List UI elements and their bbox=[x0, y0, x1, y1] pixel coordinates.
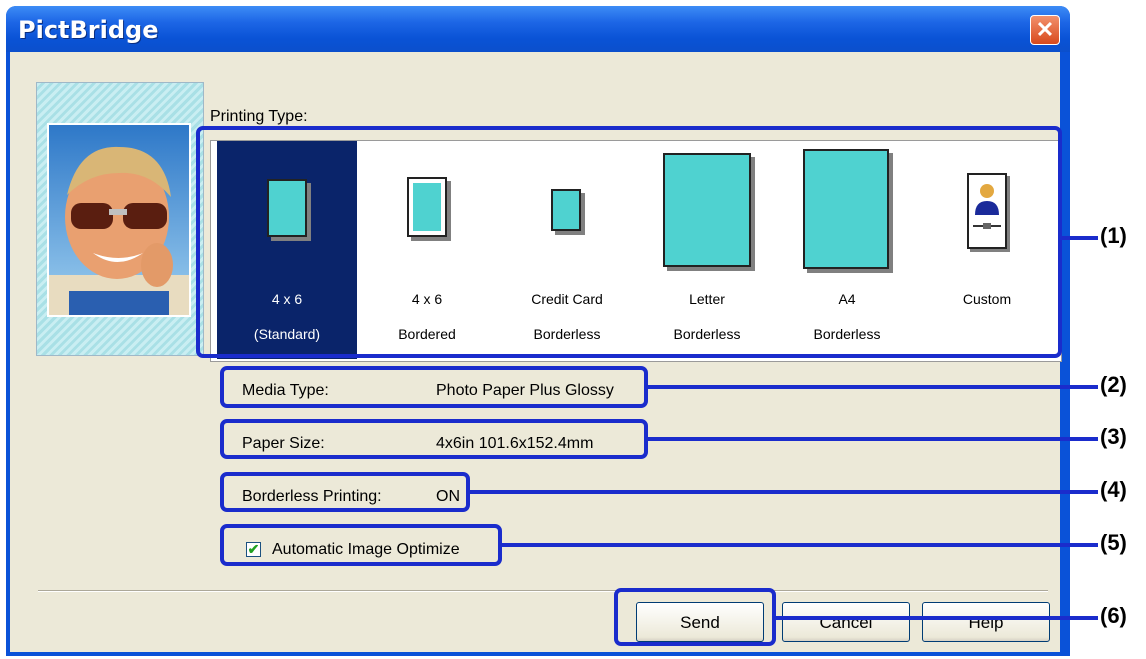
window-title: PictBridge bbox=[18, 16, 159, 44]
callout-label-4: (4) bbox=[1100, 477, 1127, 502]
callout-label-6: (6) bbox=[1100, 603, 1127, 628]
callout-line-6 bbox=[776, 616, 1098, 620]
callout-line-3 bbox=[648, 437, 1098, 441]
callout-box-2 bbox=[220, 366, 648, 408]
close-button[interactable]: ✕ bbox=[1030, 15, 1060, 45]
callout-box-5 bbox=[220, 524, 502, 566]
callout-line-2 bbox=[648, 385, 1098, 389]
title-bar[interactable]: PictBridge ✕ bbox=[6, 6, 1070, 52]
callout-label-3: (3) bbox=[1100, 424, 1127, 449]
close-icon: ✕ bbox=[1035, 17, 1055, 42]
callout-box-3 bbox=[220, 419, 648, 459]
dialog-separator bbox=[38, 590, 1048, 592]
callout-label-2: (2) bbox=[1100, 372, 1127, 397]
callout-line-1 bbox=[1062, 236, 1098, 240]
preview-photo bbox=[47, 123, 191, 317]
callout-label-5: (5) bbox=[1100, 530, 1127, 555]
callout-line-5 bbox=[502, 543, 1098, 547]
callout-label-1: (1) bbox=[1100, 223, 1127, 248]
callout-box-6 bbox=[614, 588, 776, 646]
callout-box-4 bbox=[220, 472, 470, 512]
callout-box-1 bbox=[196, 126, 1062, 358]
cancel-button[interactable]: Cancel bbox=[782, 602, 910, 642]
help-button[interactable]: Help bbox=[922, 602, 1050, 642]
printing-type-label: Printing Type: bbox=[210, 108, 308, 125]
image-preview bbox=[36, 82, 204, 356]
callout-line-4 bbox=[470, 490, 1098, 494]
child-photo-icon bbox=[49, 125, 189, 315]
